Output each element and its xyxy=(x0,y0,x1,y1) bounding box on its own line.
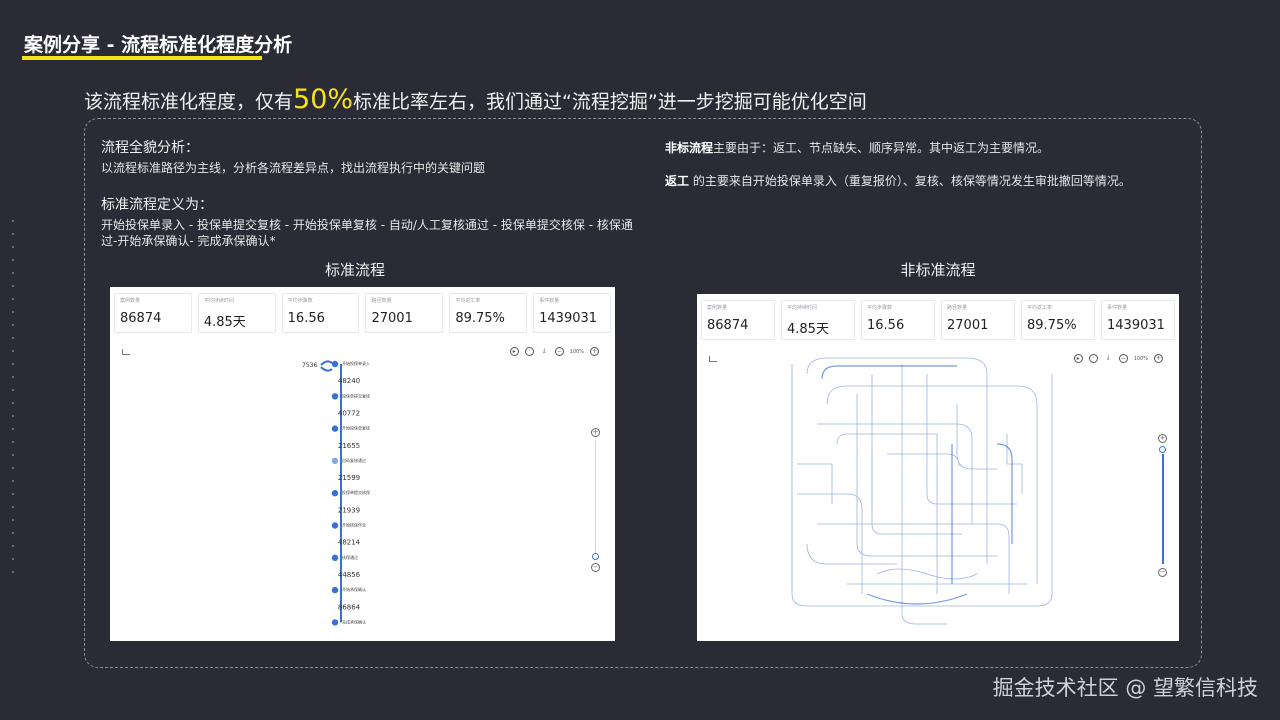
flow-node-label: 开始投保单复核 xyxy=(342,425,370,431)
flow-node-label: 开始核保作业 xyxy=(342,522,366,528)
headline: 该流程标准化程度，仅有50%标准比率左右，我们通过“流程挖掘”进一步挖掘可能优化… xyxy=(84,84,867,115)
flow-node-label: 自动复核通过 xyxy=(342,457,366,463)
title-underline xyxy=(22,56,262,60)
overview-text: 以流程标准路径为主线，分析各流程差异点，找出流程执行中的关键问题 xyxy=(101,161,486,175)
start-arrow xyxy=(320,360,333,366)
flow-node[interactable] xyxy=(331,425,339,432)
slider-zoom-out-icon[interactable]: − xyxy=(1158,568,1167,577)
flow-count-label: 86864 xyxy=(338,603,361,611)
nonstandard-process-screenshot: 案例数量 86874 平均持续时间 4.85天 平均步骤数 16.56 路径数量 270… xyxy=(697,294,1179,641)
flow-node[interactable] xyxy=(331,490,339,497)
flow-node-label: 投保单提交核保 xyxy=(342,489,370,495)
right-notes: 非标流程主要由于：返工、节点缺失、顺序异常。其中返工为主要情况。 返工 的主要来… xyxy=(665,139,1195,205)
headline-text-before: 该流程标准化程度，仅有 xyxy=(84,91,294,113)
zoom-slider-fill[interactable] xyxy=(1162,454,1164,564)
flow-node[interactable] xyxy=(331,586,339,594)
rework-reason-bold: 返工 xyxy=(665,174,690,188)
flow-count-label: 48240 xyxy=(338,377,360,385)
standard-process-screenshot: 案例数量 86874 平均持续时间 4.85天 平均步骤数 16.56 路径数量 270… xyxy=(110,287,615,641)
flow-count-label: 48214 xyxy=(338,539,361,547)
start-arrow xyxy=(320,366,333,372)
rework-reason: 返工 的主要来自开始投保单录入（重复报价）、复核、核保等情况发生审批撤回等情况。 xyxy=(665,172,1195,189)
watermark: 掘金技术社区 @ 望繁信科技 xyxy=(992,676,1258,700)
flow-node-label: 开始投保单录入 xyxy=(342,360,370,366)
caption-nonstandard: 非标准流程 xyxy=(900,261,976,279)
flow-count-label: 40772 xyxy=(338,409,360,417)
flow-node[interactable] xyxy=(331,554,339,561)
slider-zoom-in-icon[interactable]: + xyxy=(1158,434,1167,443)
flow-count-label: 44856 xyxy=(338,571,361,579)
nonstandard-flow-diagram xyxy=(791,357,1053,625)
flow-count-label: 21655 xyxy=(338,442,360,450)
flow-node[interactable] xyxy=(331,619,339,626)
slider-zoom-in-icon[interactable]: + xyxy=(591,428,600,437)
flow-count-label: 21599 xyxy=(338,474,360,482)
headline-text-after: 标准比率左右，我们通过“流程挖掘”进一步挖掘可能优化空间 xyxy=(353,91,867,113)
flow-count-label: 21939 xyxy=(338,506,360,514)
flow-node[interactable] xyxy=(331,393,339,400)
definition-heading: 标准流程定义为： xyxy=(101,197,213,213)
headline-highlight: 50% xyxy=(293,84,354,115)
side-decoration xyxy=(12,220,16,584)
rework-reason-text: 的主要来自开始投保单录入（重复报价）、复核、核保等情况发生审批撤回等情况。 xyxy=(689,174,1131,188)
flow-node-label: 投保单提交复核 xyxy=(342,392,370,398)
left-notes: 流程全貌分析： 以流程标准路径为主线，分析各流程差异点，找出流程执行中的关键问题… xyxy=(101,137,641,249)
zoom-slider-handle[interactable] xyxy=(1159,446,1166,453)
nonstandard-reason-text: 主要由于：返工、节点缺失、顺序异常。其中返工为主要情况。 xyxy=(713,141,1050,155)
zoom-slider-track[interactable] xyxy=(595,441,596,553)
flow-node[interactable] xyxy=(331,360,339,368)
caption-standard: 标准流程 xyxy=(324,261,385,279)
flow-node-label: 核保通过 xyxy=(342,554,358,560)
flow-node[interactable] xyxy=(331,457,339,465)
zoom-slider-handle[interactable] xyxy=(592,553,599,560)
slide-title: 案例分享 - 流程标准化程度分析 xyxy=(24,34,293,56)
nonstandard-reason-bold: 非标流程 xyxy=(665,141,714,155)
flow-node-label: 完成承保确认 xyxy=(342,618,366,624)
tangled-paths xyxy=(791,357,1053,625)
flow-node-label: 开始承保确认 xyxy=(342,586,366,592)
main-paths xyxy=(821,365,1013,605)
start-count-label: 7536 xyxy=(302,362,317,369)
definition-text: 开始投保单录入 - 投保单提交复核 - 开始投保单复核 - 自动/人工复核通过 … xyxy=(101,218,633,248)
slider-zoom-out-icon[interactable]: − xyxy=(591,563,600,572)
standard-flow-diagram: 7536 开始投保单录入 48240 投保单提交复核 40772 开始投保单复核 2165… xyxy=(302,360,370,626)
flow-node[interactable] xyxy=(331,522,339,529)
overview-heading: 流程全貌分析： xyxy=(101,140,199,156)
nonstandard-reason: 非标流程主要由于：返工、节点缺失、顺序异常。其中返工为主要情况。 xyxy=(665,139,1195,156)
